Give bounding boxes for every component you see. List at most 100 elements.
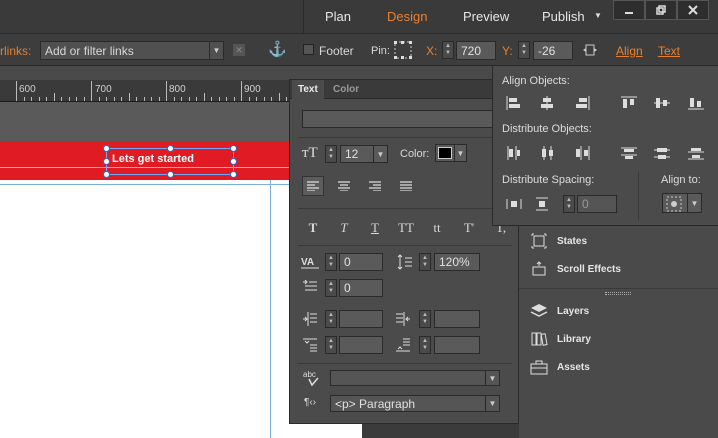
panel-item-scroll-effects[interactable]: Scroll Effects [529, 258, 621, 280]
states-icon [529, 233, 549, 249]
nav-publish[interactable]: Publish [542, 9, 585, 24]
font-family-select[interactable] [302, 110, 520, 128]
lowercase-icon[interactable]: tt [426, 218, 448, 238]
x-field[interactable]: 720 [456, 41, 496, 60]
restore-icon[interactable] [645, 0, 677, 20]
chevron-down-icon[interactable]: ▼ [373, 146, 387, 162]
y-field[interactable]: -26 [533, 41, 573, 60]
resize-handle[interactable] [103, 171, 110, 178]
resize-handle[interactable] [103, 158, 110, 165]
align-vertical-centers-icon[interactable] [653, 95, 671, 111]
chevron-down-icon[interactable]: ▼ [485, 396, 499, 411]
line-height-stepper[interactable]: ▲ ▼ [419, 253, 431, 271]
footer-checkbox[interactable] [303, 44, 314, 55]
chevron-down-icon[interactable]: ▼ [687, 194, 701, 212]
panel-item-assets[interactable]: Assets [529, 356, 590, 378]
distribute-horizontal-spacing-icon[interactable] [505, 196, 523, 212]
align-justify-icon[interactable] [395, 176, 417, 196]
resize-icon[interactable] [582, 42, 598, 58]
color-label: Color: [400, 148, 430, 160]
font-size-value: 12 [345, 147, 359, 161]
text-panel-tabs: Text Color [290, 80, 520, 99]
resize-handle[interactable] [103, 145, 110, 152]
space-after-field[interactable] [434, 336, 480, 354]
italic-icon[interactable]: T [333, 218, 355, 238]
distribute-left-edges-icon[interactable] [505, 145, 523, 161]
tab-color[interactable]: Color [327, 80, 365, 99]
align-horizontal-centers-icon[interactable] [538, 95, 556, 111]
nav-preview[interactable]: Preview [463, 9, 509, 24]
ruler-tick [263, 97, 265, 101]
character-spacing-stepper[interactable]: ▲ ▼ [325, 253, 337, 271]
resize-handle[interactable] [167, 171, 174, 178]
font-size-stepper[interactable]: ▲ ▼ [325, 145, 337, 163]
resize-handle[interactable] [230, 171, 237, 178]
left-indent-field[interactable] [339, 310, 383, 328]
bold-icon[interactable]: T [302, 218, 324, 238]
space-before-field[interactable] [339, 336, 383, 354]
spacing-stepper[interactable]: ▲ ▼ [563, 195, 575, 213]
horizontal-ruler[interactable]: 600 700 800 900 [0, 80, 295, 102]
align-right-icon[interactable] [364, 176, 386, 196]
chevron-down-icon[interactable]: ▼ [454, 145, 466, 161]
y-stepper[interactable]: ▲ ▼ [518, 41, 530, 59]
left-indent-stepper[interactable]: ▲ ▼ [325, 310, 337, 328]
font-size-select[interactable]: 12 ▼ [340, 145, 388, 163]
chevron-down-icon[interactable]: ▼ [485, 371, 499, 385]
character-spacing-field[interactable]: 0 [339, 253, 383, 271]
align-left-icon[interactable] [302, 176, 324, 196]
panel-item-library[interactable]: Library [529, 328, 591, 350]
panel-grip-icon[interactable] [605, 292, 631, 295]
align-top-edges-icon[interactable] [620, 95, 638, 111]
first-line-indent-stepper[interactable]: ▲ ▼ [325, 279, 337, 297]
underline-icon[interactable]: T [364, 218, 386, 238]
space-before-stepper[interactable]: ▲ ▼ [325, 336, 337, 354]
distribute-horizontal-centers-icon[interactable] [538, 145, 556, 161]
banner-text[interactable]: Lets get started [112, 153, 194, 165]
distribute-bottom-edges-icon[interactable] [687, 145, 705, 161]
ruler-tick [211, 97, 212, 101]
ruler-tick [218, 97, 220, 101]
nav-design[interactable]: Design [387, 9, 427, 24]
resize-handle[interactable] [167, 145, 174, 152]
align-right-edges-icon[interactable] [573, 95, 591, 111]
spelling-language-select[interactable]: ▼ [330, 370, 500, 386]
remove-link-icon[interactable]: ✕ [233, 44, 245, 56]
right-indent-stepper[interactable]: ▲ ▼ [419, 310, 431, 328]
space-after-stepper[interactable]: ▲ ▼ [419, 336, 431, 354]
links-filter-input[interactable]: Add or filter links ▼ [40, 41, 224, 60]
align-left-edges-icon[interactable] [505, 95, 523, 111]
align-to-select[interactable]: ▼ [662, 193, 702, 213]
x-stepper[interactable]: ▲ ▼ [442, 41, 454, 59]
close-icon[interactable] [677, 0, 709, 20]
distribute-top-edges-icon[interactable] [620, 145, 638, 161]
paragraph-style-select[interactable]: <p> Paragraph ▼ [330, 395, 500, 412]
superscript-icon[interactable]: T' [458, 218, 480, 238]
spacing-field[interactable]: 0 [577, 195, 617, 213]
tab-text[interactable]: Text [292, 80, 324, 99]
right-indent-field[interactable] [434, 310, 480, 328]
anchor-icon[interactable]: ⚓ [268, 40, 287, 58]
text-panel-link[interactable]: Text [658, 44, 680, 58]
align-center-icon[interactable] [333, 176, 355, 196]
chevron-down-icon[interactable]: ▼ [209, 42, 223, 59]
uppercase-icon[interactable]: TT [393, 218, 419, 238]
resize-handle[interactable] [230, 158, 237, 165]
panel-item-layers[interactable]: Layers [529, 300, 589, 322]
text-color-swatch[interactable]: ▼ [435, 144, 467, 162]
resize-handle[interactable] [230, 145, 237, 152]
distribute-vertical-centers-icon[interactable] [653, 145, 671, 161]
pin-position-icon[interactable] [393, 40, 413, 60]
first-line-indent-field[interactable]: 0 [339, 279, 383, 297]
assets-icon [529, 359, 549, 375]
publish-dropdown-icon[interactable]: ▼ [594, 11, 602, 20]
align-bottom-edges-icon[interactable] [687, 95, 705, 111]
distribute-right-edges-icon[interactable] [573, 145, 591, 161]
panel-item-states[interactable]: States [529, 230, 587, 252]
align-panel-link[interactable]: Align [616, 44, 643, 58]
minimize-icon[interactable] [613, 0, 645, 20]
distribute-vertical-spacing-icon[interactable] [533, 196, 551, 212]
nav-plan[interactable]: Plan [325, 9, 351, 24]
svg-text:VA: VA [301, 257, 314, 268]
line-height-field[interactable]: 120% [434, 253, 480, 271]
